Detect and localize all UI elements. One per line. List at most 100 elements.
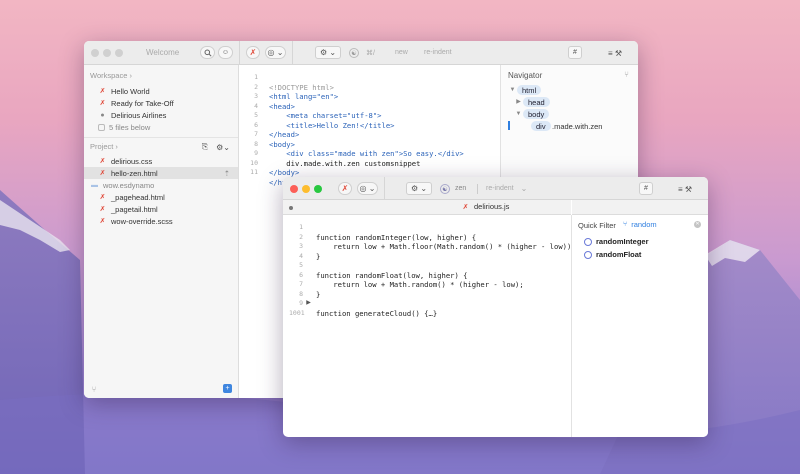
line-number: 4 bbox=[299, 251, 303, 260]
file-row[interactable]: ✗ wow-override.scss bbox=[98, 215, 173, 227]
files-below-row[interactable]: 5 files below bbox=[98, 121, 150, 133]
workspace-item[interactable]: ● Delirious Airlines bbox=[98, 109, 166, 121]
hash-label: # bbox=[644, 185, 648, 192]
nav-node-html[interactable]: html bbox=[517, 85, 542, 95]
file-row[interactable]: ✗ delirious.css bbox=[98, 155, 153, 167]
menu-tools-icon[interactable]: ≡ ⚒ bbox=[605, 47, 625, 59]
zen-file-icon: ✗ bbox=[99, 206, 106, 213]
minimize-button[interactable] bbox=[302, 185, 310, 193]
zen-file-icon: ✗ bbox=[99, 194, 106, 201]
settings-button[interactable]: ⚙ ⌄ bbox=[315, 46, 341, 59]
upload-icon[interactable]: ⇡ bbox=[224, 169, 230, 178]
disclosure-open-icon[interactable]: ▼ bbox=[515, 110, 522, 117]
line-numbers: 1 2 3 4 5 6 7 8 9 1001 bbox=[289, 223, 305, 318]
zen-file-icon: ✗ bbox=[462, 203, 469, 211]
zen-mode-label[interactable]: zen bbox=[455, 185, 466, 192]
zen-mode-icon[interactable]: ☯ bbox=[440, 184, 450, 194]
navigator-title: Navigator bbox=[508, 71, 543, 80]
quick-filter-input[interactable]: ⑂ random ✕ bbox=[620, 218, 704, 230]
zen-file-icon: ✗ bbox=[99, 170, 106, 177]
settings-button[interactable]: ⚙ ⌄ bbox=[406, 182, 432, 195]
window-title: Welcome bbox=[146, 48, 180, 57]
zen-file-icon: ✗ bbox=[99, 218, 106, 225]
code-line: <title>Hello Zen!</title> bbox=[269, 120, 395, 130]
close-button[interactable] bbox=[290, 185, 298, 193]
workspace-item[interactable]: ✗ Hello World bbox=[98, 85, 150, 97]
toolbar-hint-2[interactable]: new bbox=[395, 49, 408, 56]
user-icon: ☺ bbox=[221, 49, 230, 56]
js-editor[interactable]: 1 2 3 4 5 6 7 8 9 1001 ▶ function randomInteger(l… bbox=[283, 215, 576, 437]
zen-logo-button[interactable]: ✗ bbox=[246, 46, 260, 59]
line-number: 10 bbox=[250, 158, 258, 167]
line-number: 6 bbox=[299, 270, 303, 279]
code-line: function randomInteger(low, higher) { bbox=[316, 232, 477, 242]
settings-dropdown-icon[interactable]: ⚙⌄ bbox=[214, 142, 232, 152]
line-number: 8 bbox=[254, 139, 258, 148]
zoom-button[interactable] bbox=[115, 49, 123, 57]
workspace-item[interactable]: ✗ Ready for Take-Off bbox=[98, 97, 174, 109]
clear-icon[interactable]: ✕ bbox=[694, 220, 701, 228]
workspace-item-label: Ready for Take-Off bbox=[111, 98, 174, 108]
line-numbers: 1 2 3 4 5 6 7 8 9 10 11 bbox=[244, 73, 258, 178]
file-tab[interactable]: ✗ delirious.js bbox=[461, 202, 510, 211]
file-label: wow-override.scss bbox=[111, 216, 173, 226]
toolbar-hint-3[interactable]: re-indent bbox=[424, 49, 452, 56]
add-file-icon[interactable]: + bbox=[223, 384, 232, 393]
filter-icon[interactable]: ⑂ bbox=[90, 385, 98, 394]
disclosure-closed-icon[interactable]: ▶ bbox=[515, 98, 522, 105]
nav-node-head[interactable]: head bbox=[523, 97, 550, 107]
hash-button[interactable]: # bbox=[639, 182, 653, 195]
code-line: <div class="made with zen">So easy.</div… bbox=[269, 149, 464, 158]
workspace-item-label: Delirious Airlines bbox=[111, 110, 167, 120]
code-line: <head> bbox=[269, 101, 295, 111]
project-section-label[interactable]: Project › bbox=[90, 142, 118, 151]
close-button[interactable] bbox=[91, 49, 99, 57]
line-number: 5 bbox=[254, 111, 258, 119]
editor-titlebar: ✗ ◎ ⌄ ⚙ ⌄ ☯ zen re-indent ⌄ # ≡ ⚒ bbox=[283, 177, 708, 200]
line-number: 9 bbox=[299, 299, 303, 307]
function-icon bbox=[584, 250, 592, 259]
editor-window: ✗ ◎ ⌄ ⚙ ⌄ ☯ zen re-indent ⌄ # ≡ ⚒ ✗ delir… bbox=[283, 177, 708, 437]
zen-logo-button[interactable]: ✗ bbox=[338, 182, 352, 195]
hash-button[interactable]: # bbox=[568, 46, 582, 59]
sidebar: Workspace › ✗ Hello World ✗ Ready for Take… bbox=[84, 65, 239, 398]
sphere-icon: ● bbox=[100, 111, 105, 119]
code-line: </head> bbox=[269, 130, 300, 139]
filter-icon[interactable]: ⑂ bbox=[622, 70, 631, 79]
filter-result[interactable]: randomFloat bbox=[572, 248, 708, 261]
menu-tools-icon[interactable]: ≡ ⚒ bbox=[675, 183, 695, 195]
quick-filter-panel: Quick Filter ⑂ random ✕ randomInteger ra… bbox=[571, 200, 708, 437]
folder-row[interactable]: ▬ wow.esdynamo bbox=[90, 179, 154, 191]
zoom-button[interactable] bbox=[314, 185, 322, 193]
target-button[interactable]: ◎ ⌄ bbox=[265, 46, 286, 59]
quick-filter-value: random bbox=[631, 219, 657, 229]
search-button[interactable] bbox=[200, 46, 215, 59]
line-number: 2 bbox=[299, 232, 303, 241]
nav-node-div-class: .made.with.zen bbox=[552, 122, 603, 131]
file-row-selected[interactable]: ✗ hello-zen.html ⇡ bbox=[84, 167, 238, 179]
folder-icon: ▬ bbox=[91, 181, 98, 189]
history-icon[interactable]: ⎘ bbox=[200, 142, 210, 152]
file-row[interactable]: ✗ _pagehead.html bbox=[98, 191, 165, 203]
js-code[interactable]: function randomInteger(low, higher) { re… bbox=[316, 223, 576, 318]
nav-node-body[interactable]: body bbox=[523, 109, 550, 119]
reindent-label[interactable]: re-indent bbox=[486, 185, 514, 192]
chevron-down-icon[interactable]: ⌄ bbox=[520, 184, 528, 193]
user-button[interactable]: ☺ bbox=[218, 46, 233, 59]
zen-logo-icon: ✗ bbox=[341, 184, 349, 193]
filter-result[interactable]: randomInteger bbox=[572, 235, 708, 248]
disclosure-open-icon[interactable]: ▼ bbox=[509, 86, 516, 93]
zen-mode-icon[interactable]: ☯ bbox=[349, 48, 359, 58]
zen-file-icon: ✗ bbox=[99, 100, 106, 107]
fold-disclosure-icon[interactable]: ▶ bbox=[305, 299, 312, 306]
nav-node-div[interactable]: div bbox=[531, 121, 551, 131]
search-icon bbox=[204, 49, 212, 57]
toolbar-hint-1[interactable]: ⌘/ bbox=[366, 49, 375, 57]
workspace-section-label[interactable]: Workspace › bbox=[90, 71, 132, 80]
html-code[interactable]: <!DOCTYPE html> <html lang="en"> <head> … bbox=[269, 73, 464, 187]
target-button[interactable]: ◎ ⌄ bbox=[357, 182, 378, 195]
minimize-button[interactable] bbox=[103, 49, 111, 57]
file-row[interactable]: ✗ _pagetail.html bbox=[98, 203, 158, 215]
zen-file-icon: ✗ bbox=[99, 158, 106, 165]
line-number: 9 bbox=[254, 149, 258, 157]
